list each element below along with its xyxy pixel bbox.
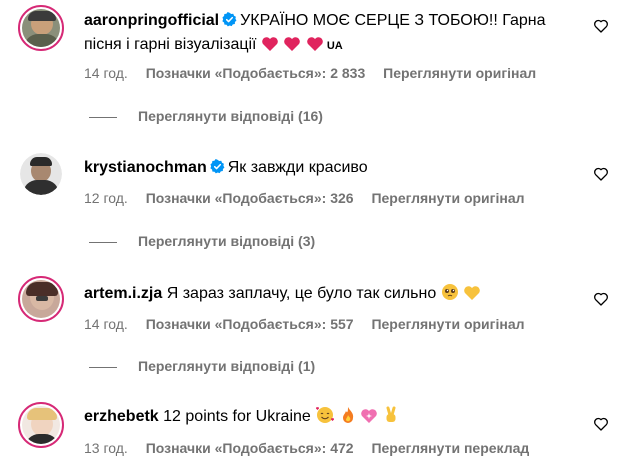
avatar[interactable] bbox=[18, 276, 64, 322]
avatar[interactable] bbox=[18, 402, 64, 448]
likes-count[interactable]: Позначки «Подобається»: 2 833 bbox=[146, 65, 366, 81]
red-heart-emoji-icon bbox=[283, 36, 301, 60]
comment-text: 12 points for Ukraine bbox=[163, 408, 311, 425]
see-translation-button[interactable]: Переглянути переклад bbox=[371, 440, 529, 456]
avatar[interactable] bbox=[20, 153, 62, 195]
replies-divider bbox=[89, 116, 117, 118]
comment-time[interactable]: 14 год. bbox=[84, 65, 128, 81]
comment-meta: 12 год. Позначки «Подобається»: 326 Пере… bbox=[84, 190, 539, 206]
comment-username[interactable]: erzhebetk bbox=[84, 408, 159, 425]
comment-time[interactable]: 12 год. bbox=[84, 190, 128, 206]
red-heart-emoji-icon bbox=[306, 36, 324, 60]
view-replies-button[interactable]: Переглянути відповіді (1) bbox=[89, 358, 315, 374]
verified-badge-icon bbox=[222, 12, 237, 27]
red-heart-emoji-icon bbox=[261, 36, 279, 60]
flag-emoji-text: UA bbox=[326, 40, 343, 52]
comment-body: erzhebetk 12 points for Ukraine bbox=[84, 405, 584, 432]
comment-text: УКРАЇНО МОЄ СЕРЦЕ З ТОБОЮ!! Гарна bbox=[240, 12, 546, 29]
comment-time[interactable]: 13 год. bbox=[84, 440, 128, 456]
see-original-button[interactable]: Переглянути оригінал bbox=[371, 190, 524, 206]
comment-body: krystianochman Як завжди красиво bbox=[84, 156, 584, 180]
smiling-face-with-hearts-emoji-icon bbox=[315, 406, 335, 432]
likes-count[interactable]: Позначки «Подобається»: 472 bbox=[146, 440, 354, 456]
comment-text: Я зараз заплачу, це було так сильно bbox=[166, 285, 437, 302]
sparkling-heart-emoji-icon bbox=[360, 408, 378, 432]
comment-body: aaronpringofficial УКРАЇНО МОЄ СЕРЦЕ З ТО… bbox=[84, 9, 584, 60]
view-replies-label: Переглянути відповіді (16) bbox=[138, 108, 323, 124]
view-replies-label: Переглянути відповіді (1) bbox=[138, 358, 316, 374]
comment-meta: 14 год. Позначки «Подобається»: 2 833 Пе… bbox=[84, 65, 550, 81]
view-replies-label: Переглянути відповіді (3) bbox=[138, 233, 316, 249]
replies-divider bbox=[89, 366, 117, 368]
fire-emoji-icon bbox=[340, 406, 356, 432]
comment-meta: 14 год. Позначки «Подобається»: 557 Пере… bbox=[84, 316, 539, 332]
pleading-face-emoji-icon bbox=[441, 283, 459, 309]
like-heart-icon[interactable] bbox=[593, 416, 609, 432]
likes-count[interactable]: Позначки «Подобається»: 326 bbox=[146, 190, 354, 206]
victory-hand-emoji-icon bbox=[383, 406, 399, 432]
like-heart-icon[interactable] bbox=[593, 18, 609, 34]
comment-meta: 13 год. Позначки «Подобається»: 472 Пере… bbox=[84, 440, 543, 456]
comment-username[interactable]: aaronpringofficial bbox=[84, 12, 219, 29]
view-replies-button[interactable]: Переглянути відповіді (16) bbox=[89, 108, 323, 124]
likes-count[interactable]: Позначки «Подобається»: 557 bbox=[146, 316, 354, 332]
comment-time[interactable]: 14 год. bbox=[84, 316, 128, 332]
comment-text: Як завжди красиво bbox=[227, 159, 368, 176]
see-original-button[interactable]: Переглянути оригінал bbox=[371, 316, 524, 332]
view-replies-button[interactable]: Переглянути відповіді (3) bbox=[89, 233, 315, 249]
avatar[interactable] bbox=[18, 5, 64, 51]
like-heart-icon[interactable] bbox=[593, 166, 609, 182]
comment-username[interactable]: artem.i.zja bbox=[84, 285, 162, 302]
see-original-button[interactable]: Переглянути оригінал bbox=[383, 65, 536, 81]
verified-badge-icon bbox=[210, 159, 225, 174]
yellow-heart-emoji-icon bbox=[463, 285, 481, 309]
comment-body: artem.i.zja Я зараз заплачу, це було так… bbox=[84, 282, 584, 309]
comment-text-line2: пісня і гарні візуалізації bbox=[84, 36, 257, 53]
replies-divider bbox=[89, 241, 117, 243]
like-heart-icon[interactable] bbox=[593, 291, 609, 307]
comment-username[interactable]: krystianochman bbox=[84, 159, 207, 176]
